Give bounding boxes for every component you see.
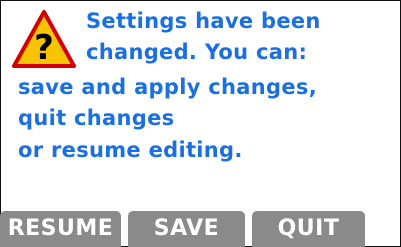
message-line-3: save and apply changes, bbox=[18, 75, 317, 99]
message-line-2: changed. You can: bbox=[86, 40, 308, 64]
settings-changed-dialog: ? Settings have been changed. You can: s… bbox=[0, 0, 401, 247]
softkey-bar: RESUME SAVE QUIT bbox=[0, 211, 401, 247]
warning-icon-glyph: ? bbox=[34, 28, 54, 68]
quit-button[interactable]: QUIT bbox=[252, 211, 365, 247]
message-line-1: Settings have been bbox=[86, 9, 321, 33]
warning-question-icon: ? bbox=[11, 9, 77, 69]
message-line-4: quit changes bbox=[18, 106, 175, 130]
message-line-5: or resume editing. bbox=[18, 138, 243, 162]
resume-button[interactable]: RESUME bbox=[0, 211, 121, 247]
save-button[interactable]: SAVE bbox=[128, 211, 245, 247]
